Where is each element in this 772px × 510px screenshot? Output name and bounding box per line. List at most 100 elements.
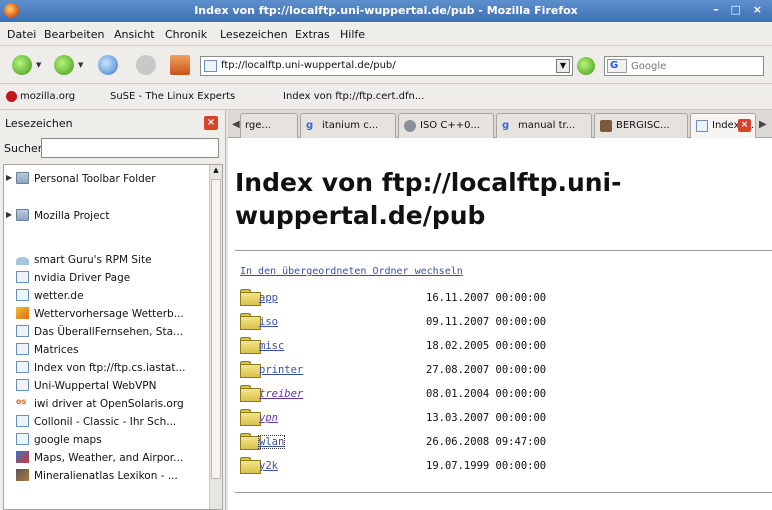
scroll-up-arrow-icon[interactable]: ▲ bbox=[211, 166, 221, 177]
bookmarks-toolbar: mozilla.org SuSE - The Linux Experts Ind… bbox=[0, 84, 772, 110]
window-controls[interactable]: – □ × bbox=[713, 3, 766, 16]
google-g-icon: g bbox=[306, 120, 314, 131]
tab-2[interactable]: g itanium c... bbox=[300, 113, 396, 138]
sidebar-item[interactable]: Collonil - Classic - Ihr Sch... bbox=[4, 413, 209, 431]
menu-lesezeichen[interactable]: Lesezeichen bbox=[220, 28, 288, 41]
directory-link[interactable]: misc bbox=[259, 340, 284, 352]
sidebar-header: Lesezeichen × bbox=[0, 110, 226, 134]
sidebar-item-mozilla-project[interactable]: ▶ Mozilla Project bbox=[4, 207, 209, 225]
tab-4[interactable]: g manual tr... bbox=[496, 113, 592, 138]
go-arrow-icon[interactable] bbox=[577, 57, 595, 75]
sidebar-item[interactable]: Mineralienatlas Lexikon - ... bbox=[4, 467, 209, 485]
directory-row: wlan 26.06.2008 09:47:00 bbox=[240, 432, 640, 452]
site-icon bbox=[16, 257, 29, 265]
home-icon[interactable] bbox=[170, 55, 190, 75]
sidebar-item-personal-toolbar-folder[interactable]: ▶ Personal Toolbar Folder bbox=[4, 170, 209, 188]
menu-ansicht[interactable]: Ansicht bbox=[114, 28, 155, 41]
url-bar[interactable]: ftp://localftp.uni-wuppertal.de/pub/ ▼ bbox=[200, 56, 573, 76]
directory-link[interactable]: wlan bbox=[257, 435, 286, 449]
folder-icon bbox=[240, 313, 261, 330]
search-engine-selector[interactable]: G bbox=[607, 59, 627, 73]
directory-date: 18.02.2005 00:00:00 bbox=[426, 340, 547, 352]
maps-icon bbox=[16, 451, 29, 463]
folder-icon bbox=[240, 385, 261, 402]
sidebar-item[interactable]: os iwi driver at OpenSolaris.org bbox=[4, 395, 209, 413]
directory-date: 26.06.2008 09:47:00 bbox=[426, 436, 547, 448]
directory-date: 13.03.2007 00:00:00 bbox=[426, 412, 547, 424]
bookmark-suse[interactable]: SuSE - The Linux Experts bbox=[110, 91, 235, 102]
divider bbox=[235, 250, 772, 251]
stop-icon[interactable] bbox=[136, 55, 156, 75]
sidebar-item[interactable]: wetter.de bbox=[4, 287, 209, 305]
sidebar-item[interactable]: smart Guru's RPM Site bbox=[4, 251, 209, 269]
directory-link[interactable]: treiber bbox=[259, 388, 303, 400]
folder-icon bbox=[240, 337, 261, 354]
navigation-toolbar: ▼ ▼ ftp://localftp.uni-wuppertal.de/pub/… bbox=[0, 46, 772, 84]
directory-date: 19.07.1999 00:00:00 bbox=[426, 460, 547, 472]
directory-row: vpn 13.03.2007 00:00:00 bbox=[240, 408, 640, 428]
reload-icon[interactable] bbox=[98, 55, 118, 75]
folder-icon bbox=[240, 361, 261, 378]
directory-row: printer 27.08.2007 00:00:00 bbox=[240, 360, 640, 380]
scroll-tabs-left-arrow-icon[interactable]: ◀ bbox=[232, 119, 240, 130]
directory-link[interactable]: y2k bbox=[259, 460, 278, 472]
sidebar-item[interactable]: Maps, Weather, and Airpor... bbox=[4, 449, 209, 467]
menu-bearbeiten[interactable]: Bearbeiten bbox=[44, 28, 104, 41]
back-arrow-icon[interactable] bbox=[12, 55, 32, 75]
directory-link[interactable]: vpn bbox=[259, 412, 278, 424]
directory-row: treiber 08.01.2004 00:00:00 bbox=[240, 384, 640, 404]
page-icon bbox=[16, 289, 29, 301]
page-heading: Index von ftp://localftp.uni-wuppertal.d… bbox=[235, 168, 622, 230]
menu-extras[interactable]: Extras bbox=[295, 28, 330, 41]
title-bar: Index von ftp://localftp.uni-wuppertal.d… bbox=[0, 0, 772, 22]
directory-link[interactable]: printer bbox=[259, 364, 303, 376]
tab-3[interactable]: ISO C++0... bbox=[398, 113, 494, 138]
scrollbar-thumb[interactable] bbox=[211, 179, 221, 479]
folder-icon bbox=[240, 289, 261, 306]
directory-date: 16.11.2007 00:00:00 bbox=[426, 292, 547, 304]
forward-arrow-icon[interactable] bbox=[54, 55, 74, 75]
tab-5[interactable]: BERGISC... bbox=[594, 113, 688, 138]
tab-active-index[interactable]: Index v... × bbox=[690, 113, 756, 138]
directory-link[interactable]: iso bbox=[259, 316, 278, 328]
sidebar-search-input[interactable] bbox=[41, 138, 219, 158]
bookmark-mozilla[interactable]: mozilla.org bbox=[20, 91, 75, 102]
tab-1[interactable]: rge... bbox=[240, 113, 298, 138]
opensolaris-icon: os bbox=[16, 397, 27, 406]
sidebar-item[interactable]: Matrices bbox=[4, 341, 209, 359]
directory-link[interactable]: app bbox=[259, 292, 278, 304]
url-text[interactable]: ftp://localftp.uni-wuppertal.de/pub/ bbox=[221, 60, 396, 71]
close-icon[interactable]: × bbox=[204, 116, 218, 130]
menu-chronik[interactable]: Chronik bbox=[165, 28, 207, 41]
expand-arrow-icon[interactable]: ▶ bbox=[6, 173, 12, 182]
menu-hilfe[interactable]: Hilfe bbox=[340, 28, 365, 41]
google-g-icon: g bbox=[502, 120, 510, 131]
directory-row: app 16.11.2007 00:00:00 bbox=[240, 288, 640, 308]
expand-arrow-icon[interactable]: ▶ bbox=[6, 210, 12, 219]
page-content: Index von ftp://localftp.uni-wuppertal.d… bbox=[228, 138, 772, 510]
bookmark-cert-dfn[interactable]: Index von ftp://ftp.cert.dfn... bbox=[283, 91, 424, 102]
crest-icon bbox=[600, 120, 612, 132]
sidebar-item[interactable]: Wettervorhersage Wetterb... bbox=[4, 305, 209, 323]
page-icon bbox=[16, 271, 29, 283]
page-icon bbox=[696, 120, 708, 132]
search-input[interactable] bbox=[631, 58, 761, 74]
directory-row: iso 09.11.2007 00:00:00 bbox=[240, 312, 640, 332]
forward-dropdown-icon[interactable]: ▼ bbox=[78, 61, 83, 69]
sidebar-scrollbar[interactable]: ▲ bbox=[209, 165, 222, 509]
sidebar-item[interactable]: Uni-Wuppertal WebVPN bbox=[4, 377, 209, 395]
sidebar-item[interactable]: google maps bbox=[4, 431, 209, 449]
menu-bar: Datei Bearbeiten Ansicht Chronik Lesezei… bbox=[0, 22, 772, 46]
search-bar[interactable]: G bbox=[604, 56, 764, 76]
back-dropdown-icon[interactable]: ▼ bbox=[36, 61, 41, 69]
tab-close-icon[interactable]: × bbox=[738, 119, 751, 132]
sidebar-item[interactable]: Das ÜberallFernsehen, Sta... bbox=[4, 323, 209, 341]
scroll-tabs-right-arrow-icon[interactable]: ▶ bbox=[759, 119, 767, 130]
url-history-dropdown-icon[interactable]: ▼ bbox=[556, 59, 570, 73]
parent-folder-link[interactable]: In den übergeordneten Ordner wechseln bbox=[240, 266, 463, 277]
menu-datei[interactable]: Datei bbox=[7, 28, 36, 41]
folder-icon bbox=[16, 209, 29, 221]
wordpress-icon bbox=[404, 120, 416, 132]
sidebar-item[interactable]: nvidia Driver Page bbox=[4, 269, 209, 287]
sidebar-item[interactable]: Index von ftp://ftp.cs.iastat... bbox=[4, 359, 209, 377]
